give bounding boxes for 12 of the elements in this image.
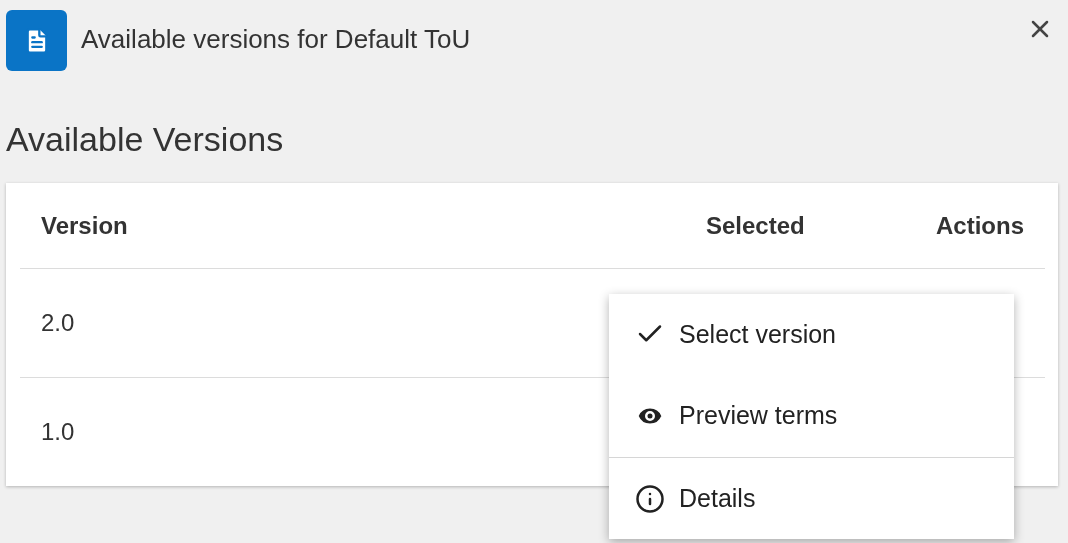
menu-item[interactable]: Select version (609, 294, 1014, 374)
info-icon (635, 483, 665, 514)
column-header: Version (40, 211, 129, 240)
table-cell: 1.0 (41, 418, 75, 446)
dialog-title: Available versions for Default ToU (81, 24, 472, 55)
section-heading: Available Versions (6, 119, 285, 160)
column-header: Selected (705, 211, 806, 240)
document-icon (6, 10, 67, 71)
table-cell: 2.0 (41, 309, 75, 337)
menu-item[interactable]: Preview terms (609, 374, 1014, 457)
menu-item[interactable]: Details (609, 457, 1014, 539)
column-header: Actions (935, 211, 1025, 240)
